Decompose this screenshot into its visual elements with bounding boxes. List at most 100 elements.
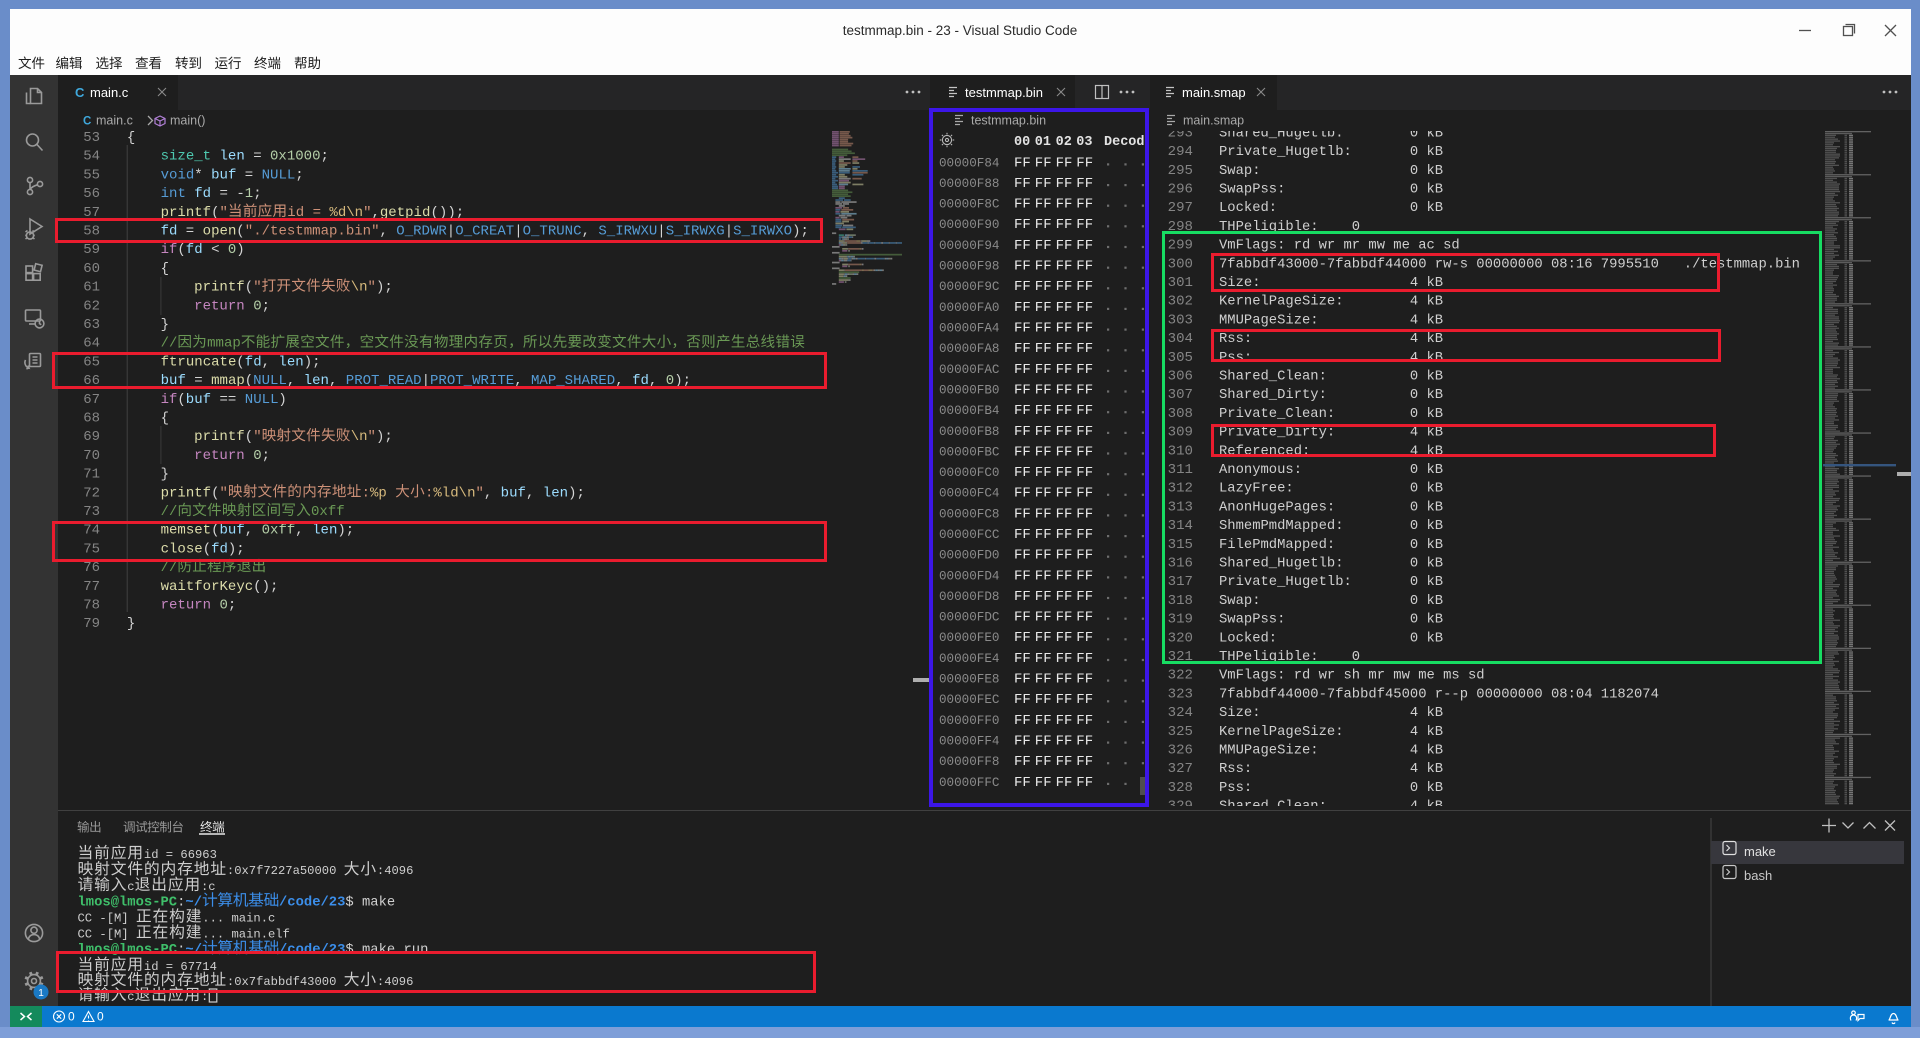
svg-text:1: 1 <box>38 988 44 999</box>
svg-text:;: ; <box>253 186 261 202</box>
svg-text:int: int <box>161 186 186 202</box>
svg-text:... main.c: ... main.c <box>202 912 275 926</box>
svg-text:$ make: $ make <box>345 895 395 911</box>
svg-text:323: 323 <box>1168 686 1193 702</box>
svg-text:7fabbdf44000-7fabbdf45000 r--p: 7fabbdf44000-7fabbdf45000 r--p 00000000 … <box>1219 686 1659 702</box>
svg-text:{: { <box>161 261 169 277</box>
svg-text:53: 53 <box>83 131 100 146</box>
svg-text:73: 73 <box>83 504 100 520</box>
svg-text:54: 54 <box>83 149 100 165</box>
svg-text:main(): main() <box>170 114 205 128</box>
svg-text:= -: = - <box>220 186 245 202</box>
svg-text:c: c <box>127 880 134 894</box>
svg-text:0: 0 <box>253 298 261 314</box>
svg-text:63: 63 <box>83 317 100 333</box>
svg-text:\n: \n <box>351 280 368 296</box>
svg-text:1: 1 <box>245 186 253 202</box>
svg-text:}: } <box>161 467 169 483</box>
svg-text://: // <box>161 504 178 520</box>
svg-text:len: len <box>543 485 568 501</box>
svg-text::c: :c <box>201 880 216 894</box>
svg-text:76: 76 <box>83 560 100 576</box>
svg-text::: : <box>177 896 185 911</box>
svg-text:fd: fd <box>194 186 211 202</box>
svg-text:return: return <box>161 598 212 614</box>
svg-text:~/: ~/ <box>185 895 202 911</box>
svg-text:();: (); <box>253 579 278 595</box>
svg-text:0: 0 <box>68 1010 75 1024</box>
svg-text:make: make <box>1744 844 1776 859</box>
svg-text:71: 71 <box>83 467 100 483</box>
svg-text:62: 62 <box>83 298 100 314</box>
svg-text:(: ( <box>211 485 219 501</box>
svg-text:": " <box>253 429 261 445</box>
svg-text:Shared_Clean: 4 kB: Shared_Clean: 4 kB <box>1219 799 1443 806</box>
svg-text:testmmap.bin - 23 - Visual Stu: testmmap.bin - 23 - Visual Studio Code <box>843 23 1078 38</box>
svg-text:printf: printf <box>194 429 245 445</box>
svg-text:NULL: NULL <box>245 392 279 408</box>
svg-text:Pss: 0 kB: Pss: 0 kB <box>1219 780 1443 796</box>
svg-text:;: ; <box>262 298 270 314</box>
svg-text:,: , <box>526 485 534 501</box>
svg-text:return: return <box>194 448 245 464</box>
svg-text:0: 0 <box>228 242 236 258</box>
svg-text:KernelPageSize: 4 kB: KernelPageSize: 4 kB <box>1219 724 1443 740</box>
svg-text:55: 55 <box>83 167 100 183</box>
svg-text:(: ( <box>177 242 185 258</box>
svg-text:;: ; <box>295 167 303 183</box>
svg-text:{: { <box>127 131 135 146</box>
svg-text:Rss: 4 kB: Rss: 4 kB <box>1219 761 1443 777</box>
svg-text:64: 64 <box>83 336 100 352</box>
svg-text:297: 297 <box>1168 200 1193 216</box>
svg-text:\n: \n <box>351 429 368 445</box>
svg-text:if: if <box>161 242 178 258</box>
svg-text:mmap: mmap <box>207 336 241 352</box>
svg-text:0x1000: 0x1000 <box>270 149 321 165</box>
svg-text:printf: printf <box>194 280 245 296</box>
svg-text:67: 67 <box>83 392 100 408</box>
svg-text:{: { <box>161 411 169 427</box>
svg-text:SwapPss: 0 kB: SwapPss: 0 kB <box>1219 182 1443 198</box>
svg-text:=: = <box>253 149 261 165</box>
svg-text:295: 295 <box>1168 163 1193 179</box>
svg-text:size_t: size_t <box>161 149 212 165</box>
svg-text:C: C <box>83 116 91 128</box>
svg-text:;: ; <box>228 598 236 614</box>
svg-text:79: 79 <box>83 616 100 632</box>
svg-text:buf: buf <box>186 392 211 408</box>
svg-text:0: 0 <box>253 448 261 464</box>
svg-text:): ) <box>236 242 244 258</box>
svg-text:}: } <box>161 317 169 333</box>
svg-text:len: len <box>220 149 245 165</box>
svg-text:Locked: 0 kB: Locked: 0 kB <box>1219 200 1443 216</box>
svg-text:): ) <box>278 392 286 408</box>
svg-text:%ld\n: %ld\n <box>433 485 475 501</box>
svg-text:main.smap: main.smap <box>1182 85 1246 100</box>
svg-text:Size: 4 kB: Size: 4 kB <box>1219 705 1443 721</box>
svg-text:69: 69 <box>83 429 100 445</box>
svg-text:return: return <box>194 298 245 314</box>
svg-text:,: , <box>484 485 492 501</box>
svg-text::4096: :4096 <box>377 864 414 878</box>
svg-text:": " <box>368 429 376 445</box>
svg-text:77: 77 <box>83 579 100 595</box>
svg-text::: : <box>425 485 433 501</box>
svg-text:60: 60 <box>83 261 100 277</box>
svg-text:=: = <box>245 167 253 183</box>
svg-text:/code/23: /code/23 <box>279 895 345 911</box>
svg-text:294: 294 <box>1168 144 1193 160</box>
svg-text:*: * <box>194 167 202 183</box>
svg-text:if: if <box>161 392 178 408</box>
svg-text:... main.elf: ... main.elf <box>202 928 290 942</box>
svg-text:(: ( <box>245 429 253 445</box>
svg-text:fd: fd <box>186 242 203 258</box>
svg-text:CC -[M]: CC -[M] <box>78 912 129 926</box>
svg-text:bash: bash <box>1744 868 1772 883</box>
svg-text:main.c: main.c <box>96 114 133 128</box>
svg-text:;: ; <box>262 448 270 464</box>
svg-text:0: 0 <box>220 598 228 614</box>
svg-text:buf: buf <box>211 167 236 183</box>
svg-text:72: 72 <box>83 485 100 501</box>
svg-text:Swap: 0 kB: Swap: 0 kB <box>1219 163 1443 179</box>
svg-text:326: 326 <box>1168 743 1193 759</box>
